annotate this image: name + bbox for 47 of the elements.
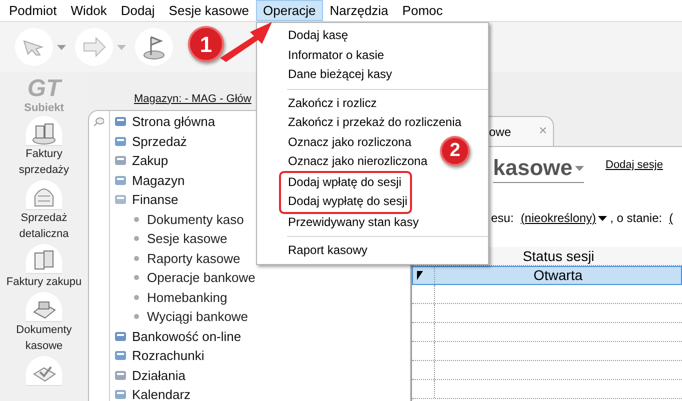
sidebar-item[interactable]: Dokumenty kasowe [3,292,85,354]
warehouse-link[interactable]: Magazyn: - MAG - Głów [134,90,252,107]
filter-dropdown[interactable]: (nieokreślony) [520,209,608,227]
menu-item[interactable]: Pomoc [395,0,450,21]
filter-label: , o stanie: [610,210,662,227]
tree-item[interactable]: Dokumenty kaso [114,210,256,229]
menu-option[interactable]: Zakończ i przekaż do rozliczenia [283,113,462,132]
view-title[interactable]: kasowe [493,155,584,183]
menu-item[interactable]: Dodaj [114,0,162,21]
menu-item[interactable]: Podmiot [2,0,64,21]
logo-mark: GT [27,76,61,102]
tree-item[interactable]: Magazyn [114,170,256,190]
menu-item[interactable]: Sesje kasowe [162,0,256,21]
tree-item[interactable]: Sprzedaż [114,132,256,151]
tree-item[interactable]: Rozrachunki [114,346,256,366]
menu-item[interactable]: Widok [64,0,114,21]
sidebar-item[interactable]: Sprzedaż detaliczna [3,180,85,242]
menu-option[interactable]: Przewidywany stan kasy [283,212,419,232]
filter-label: esu: [491,210,514,227]
menu-option[interactable]: Oznacz jako rozliczona [283,132,412,152]
tree-item[interactable]: Raporty kasowe [114,248,256,268]
tree-item[interactable]: Finanse [114,190,256,210]
tree-item[interactable]: Homebanking [114,288,256,307]
sidebar-item[interactable]: Faktury sprzedaży [3,116,85,178]
menu-option[interactable]: Raport kasowy [283,241,368,260]
tree-item[interactable]: Sesje kasowe [114,229,256,248]
tree-item[interactable]: Bankowość on-line [114,326,256,346]
menu-item[interactable]: Operacje [256,0,323,21]
add-session-link[interactable]: Dodaj sesje [606,157,663,174]
logo-name: Subiekt [24,102,64,114]
menu-option[interactable]: Dodaj wypłatę do sesji [281,192,410,212]
menu-option[interactable]: Dane bieżącej kasy [283,65,392,84]
state-dropdown[interactable]: ( [669,209,674,227]
tree-item[interactable]: Zakup [114,151,256,170]
menu-option[interactable]: Dodaj kasę [283,26,348,46]
tree-item[interactable]: Kalendarz [114,385,256,401]
tree-item[interactable]: Działania [114,366,256,385]
tree-item[interactable]: Operacje bankowe [114,268,256,288]
sidebar-item[interactable]: Faktury zakupu [3,244,85,290]
menu-option[interactable]: Oznacz jako nierozliczona [283,152,428,172]
menu-option[interactable]: Zakończ i rozlicz [283,94,377,113]
tree-item[interactable]: Strona główna [114,112,256,132]
menu-option[interactable]: Informator o kasie [283,46,384,65]
tree-item[interactable]: Wyciągi bankowe [114,307,256,326]
menu-item[interactable]: Narzędzia [322,0,396,21]
table-row[interactable]: Otwarta [412,266,682,285]
menu-option[interactable]: Dodaj wpłatę do sesji [281,172,410,192]
